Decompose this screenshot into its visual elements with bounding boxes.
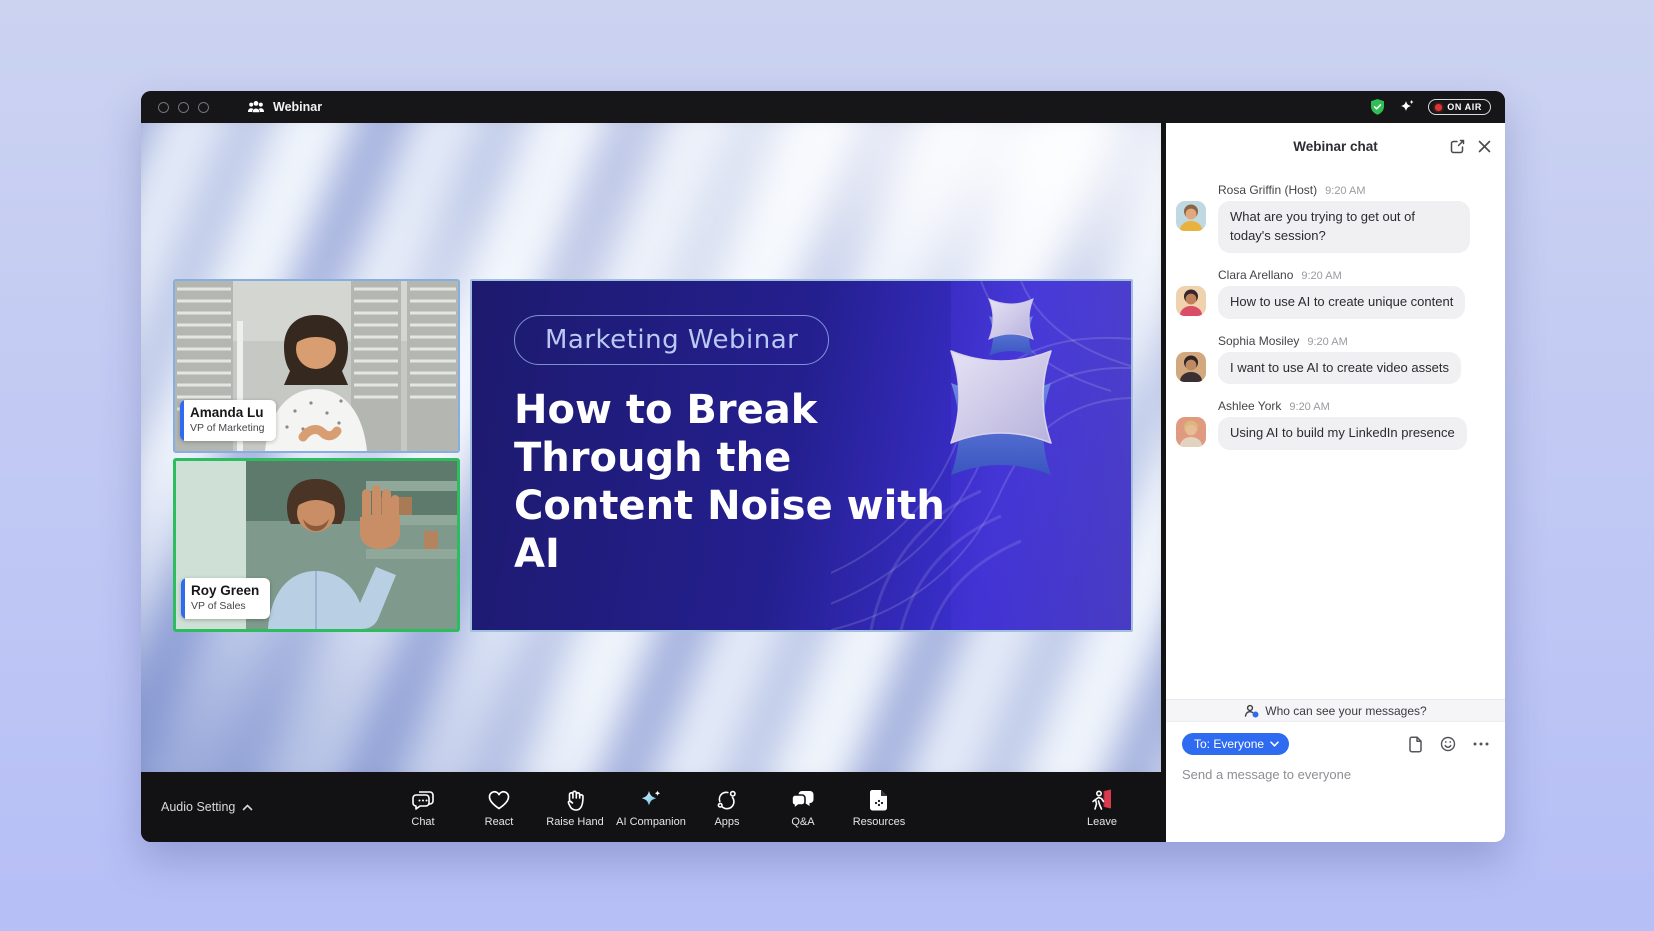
speaker-role: VP of Sales — [191, 600, 259, 614]
apps-icon — [715, 787, 739, 813]
close-icon[interactable] — [1478, 140, 1491, 153]
window-controls — [158, 102, 209, 113]
message-input[interactable] — [1182, 767, 1489, 782]
avatar — [1176, 352, 1206, 382]
webinar-chat-panel: Webinar chat Rosa Griffin (Host) — [1166, 123, 1505, 842]
privacy-person-icon — [1244, 704, 1259, 718]
webinar-stage: Amanda Lu VP of Marketing — [141, 123, 1161, 842]
avatar — [1176, 417, 1206, 447]
chat-message: Rosa Griffin (Host) 9:20 AM Wh — [1176, 183, 1489, 253]
more-options-icon[interactable] — [1473, 742, 1489, 746]
ai-companion-sparkle-icon — [638, 787, 664, 813]
security-shield-icon[interactable] — [1369, 98, 1386, 116]
chat-header: Webinar chat — [1166, 123, 1505, 170]
chat-message: Clara Arellano 9:20 AM How to — [1176, 268, 1489, 319]
shared-slide: Marketing Webinar How to Break Through t… — [470, 279, 1133, 632]
raise-hand-button[interactable]: Raise Hand — [540, 776, 610, 838]
video-tile-amanda[interactable]: Amanda Lu VP of Marketing — [173, 279, 460, 453]
message-sender: Rosa Griffin (Host) — [1218, 183, 1317, 197]
audio-setting-button[interactable]: Audio Setting — [161, 800, 253, 814]
pop-out-icon[interactable] — [1450, 139, 1465, 154]
emoji-icon[interactable] — [1440, 736, 1456, 752]
chat-button[interactable]: Chat — [388, 776, 458, 838]
window-title: Webinar — [273, 100, 322, 114]
apps-button[interactable]: Apps — [692, 776, 762, 838]
ai-companion-button[interactable]: AI Companion — [616, 776, 686, 838]
meeting-toolbar: Audio Setting Ch — [141, 772, 1161, 842]
privacy-notice-text: Who can see your messages? — [1265, 704, 1426, 718]
avatar — [1176, 286, 1206, 316]
speaker-role: VP of Marketing — [190, 422, 265, 436]
message-sender: Ashlee York — [1218, 399, 1281, 413]
ai-sparkle-icon[interactable] — [1398, 98, 1416, 116]
chat-message: Sophia Mosiley 9:20 AM I want — [1176, 334, 1489, 385]
raised-hand-icon — [564, 787, 586, 813]
on-air-badge: ON AIR — [1428, 99, 1491, 115]
speaker-nametag: Amanda Lu VP of Marketing — [180, 400, 276, 441]
message-time: 9:20 AM — [1307, 336, 1347, 348]
chat-composer: To: Everyone — [1166, 722, 1505, 842]
react-button[interactable]: React — [464, 776, 534, 838]
title-bar: Webinar ON AIR — [141, 91, 1505, 123]
slide-title: How to Break Through the Content Noise w… — [514, 386, 946, 578]
participants-icon — [247, 100, 265, 114]
minimize-window-button[interactable] — [178, 102, 189, 113]
heart-icon — [487, 787, 511, 813]
avatar — [1176, 201, 1206, 231]
chat-message: Ashlee York 9:20 AM Using AI t — [1176, 399, 1489, 450]
resources-document-icon — [868, 787, 890, 813]
qa-button[interactable]: Q&A — [768, 776, 838, 838]
chat-message-list: Rosa Griffin (Host) 9:20 AM Wh — [1166, 170, 1505, 699]
slide-badge: Marketing Webinar — [514, 315, 829, 365]
video-tile-roy[interactable]: Roy Green VP of Sales — [173, 458, 460, 632]
leave-button[interactable]: Leave — [1067, 776, 1137, 838]
chevron-up-icon — [242, 804, 253, 811]
on-air-dot-icon — [1435, 104, 1442, 111]
chevron-down-icon — [1270, 741, 1279, 747]
attach-file-icon[interactable] — [1408, 736, 1423, 753]
message-bubble: Using AI to build my LinkedIn presence — [1218, 417, 1467, 450]
message-bubble: I want to use AI to create video assets — [1218, 352, 1461, 385]
message-sender: Clara Arellano — [1218, 268, 1293, 282]
audio-setting-label: Audio Setting — [161, 800, 235, 814]
recipient-selector[interactable]: To: Everyone — [1182, 733, 1289, 755]
speaker-name: Amanda Lu — [190, 405, 265, 422]
webinar-window: Webinar ON AIR — [141, 91, 1505, 842]
speaker-nametag: Roy Green VP of Sales — [181, 578, 270, 619]
message-time: 9:20 AM — [1301, 270, 1341, 282]
leave-door-icon — [1089, 787, 1115, 813]
resources-button[interactable]: Resources — [844, 776, 914, 838]
message-bubble: How to use AI to create unique content — [1218, 286, 1465, 319]
close-window-button[interactable] — [158, 102, 169, 113]
message-time: 9:20 AM — [1289, 401, 1329, 413]
message-bubble: What are you trying to get out of today'… — [1218, 201, 1470, 253]
chat-bubbles-icon — [410, 787, 436, 813]
zoom-window-button[interactable] — [198, 102, 209, 113]
chat-panel-title: Webinar chat — [1293, 139, 1378, 154]
message-time: 9:20 AM — [1325, 185, 1365, 197]
message-sender: Sophia Mosiley — [1218, 334, 1299, 348]
speaker-name: Roy Green — [191, 583, 259, 600]
qa-bubbles-icon — [790, 787, 816, 813]
privacy-notice-bar[interactable]: Who can see your messages? — [1166, 699, 1505, 722]
